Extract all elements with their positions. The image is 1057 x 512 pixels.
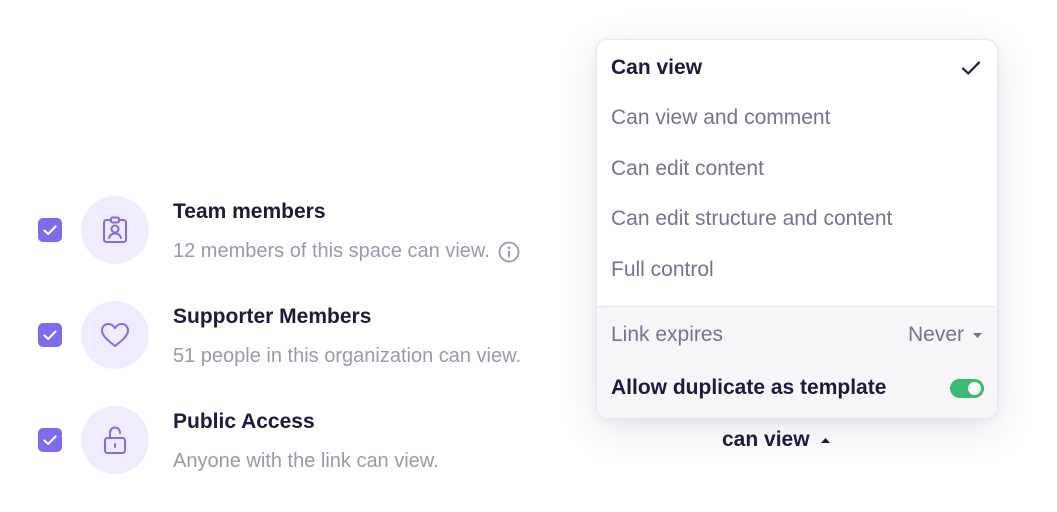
option-can-view[interactable]: Can view xyxy=(597,43,997,93)
link-expires-label: Link expires xyxy=(611,323,724,346)
team-members-avatar xyxy=(81,196,149,264)
option-can-edit-content[interactable]: Can edit content xyxy=(597,144,997,194)
info-icon[interactable] xyxy=(498,241,520,263)
supporter-members-description-text: 51 people in this organization can view. xyxy=(173,345,522,367)
checkmark-icon xyxy=(43,434,57,445)
dropdown-footer: Link expires Never Allow duplicate as te… xyxy=(597,306,997,418)
permission-dropdown-menu: Can view Can view and comment Can edit c… xyxy=(596,39,998,419)
caret-down-icon xyxy=(973,332,982,338)
public-access-checkbox[interactable] xyxy=(38,428,62,452)
public-access-description-text: Anyone with the link can view. xyxy=(173,450,439,472)
selected-check-icon xyxy=(961,61,981,75)
permission-row-team-members: Team members 12 members of this space ca… xyxy=(0,196,600,276)
permission-dropdown-trigger[interactable]: can view xyxy=(722,428,831,452)
team-members-description: 12 members of this space can view. xyxy=(173,240,520,263)
caret-up-icon xyxy=(820,437,830,443)
public-access-avatar xyxy=(81,406,149,474)
share-permissions-panel: Team members 12 members of this space ca… xyxy=(0,0,1057,512)
link-expires-select[interactable]: Never xyxy=(908,323,983,347)
checkmark-icon xyxy=(43,224,57,235)
team-members-title: Team members xyxy=(173,200,326,223)
supporter-members-checkbox[interactable] xyxy=(38,323,62,347)
team-members-description-text: 12 members of this space can view. xyxy=(173,240,490,262)
allow-duplicate-toggle[interactable] xyxy=(950,379,984,398)
checkmark-icon xyxy=(43,329,57,340)
option-can-edit-structure-and-content-label: Can edit structure and content xyxy=(611,207,893,230)
option-can-view-and-comment-label: Can view and comment xyxy=(611,106,831,129)
link-expires-value: Never xyxy=(907,323,964,346)
supporter-members-title: Supporter Members xyxy=(173,305,372,328)
permission-row-public-access: Public Access Anyone with the link can v… xyxy=(0,406,600,486)
permission-row-supporter-members: Supporter Members 51 people in this orga… xyxy=(0,301,600,381)
supporter-members-description: 51 people in this organization can view. xyxy=(173,345,521,368)
public-access-title: Public Access xyxy=(173,410,315,433)
option-can-view-and-comment[interactable]: Can view and comment xyxy=(597,93,997,143)
supporter-members-avatar xyxy=(81,301,149,369)
team-members-checkbox[interactable] xyxy=(38,218,62,242)
option-can-edit-content-label: Can edit content xyxy=(611,157,764,180)
lock-open-icon xyxy=(104,426,126,454)
allow-duplicate-label: Allow duplicate as template xyxy=(611,376,887,399)
id-badge-icon xyxy=(103,216,127,243)
heart-icon xyxy=(101,323,129,347)
option-can-view-label: Can view xyxy=(611,56,703,79)
public-access-description: Anyone with the link can view. xyxy=(173,450,439,473)
option-can-edit-structure-and-content[interactable]: Can edit structure and content xyxy=(597,194,997,244)
option-full-control-label: Full control xyxy=(611,258,714,281)
option-full-control[interactable]: Full control xyxy=(597,245,997,295)
toggle-knob xyxy=(968,382,981,395)
trigger-label: can view xyxy=(722,428,810,451)
